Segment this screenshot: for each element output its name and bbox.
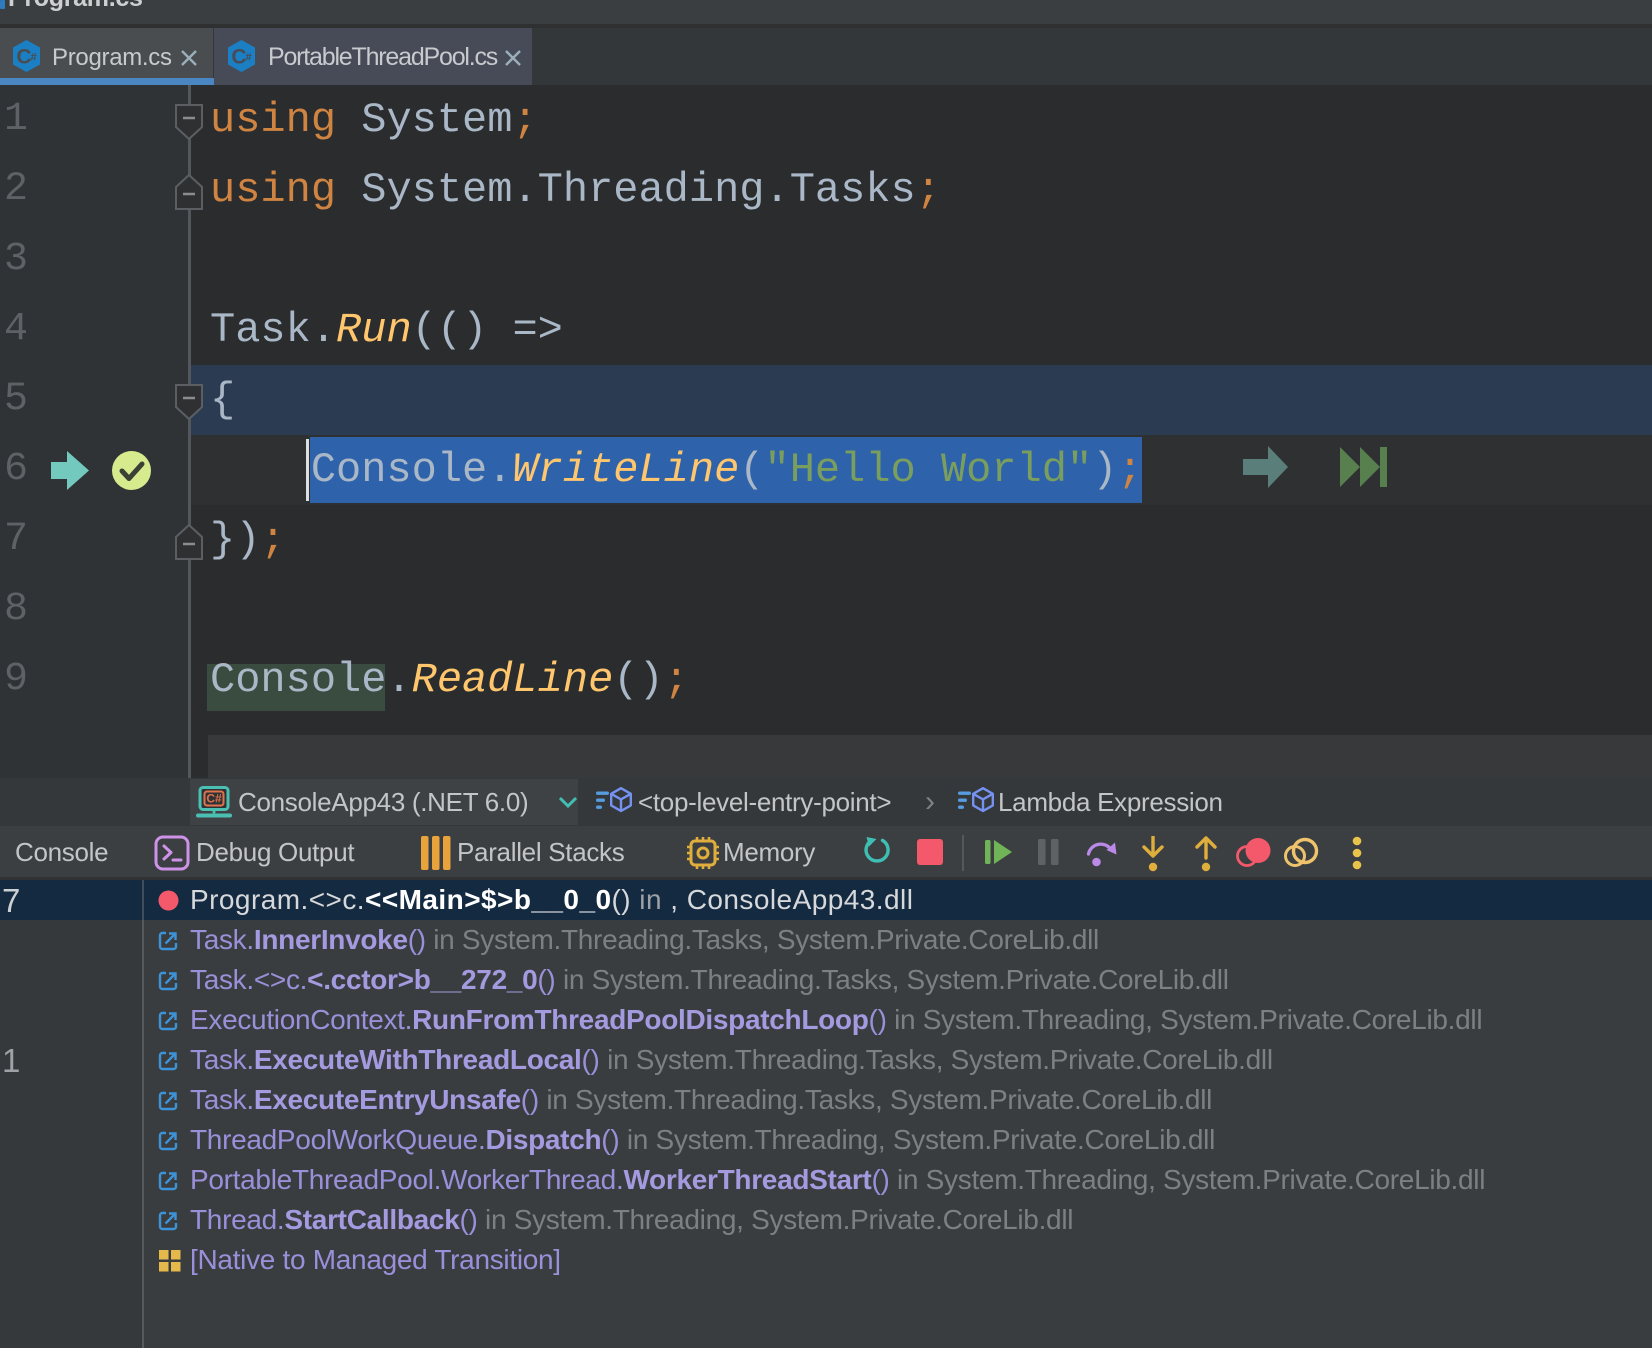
svg-text:#: # bbox=[245, 52, 251, 64]
svg-text:C#: C# bbox=[206, 792, 222, 806]
svg-text:#: # bbox=[30, 52, 36, 64]
svg-text:C: C bbox=[16, 46, 31, 69]
svg-text:C: C bbox=[231, 46, 246, 69]
